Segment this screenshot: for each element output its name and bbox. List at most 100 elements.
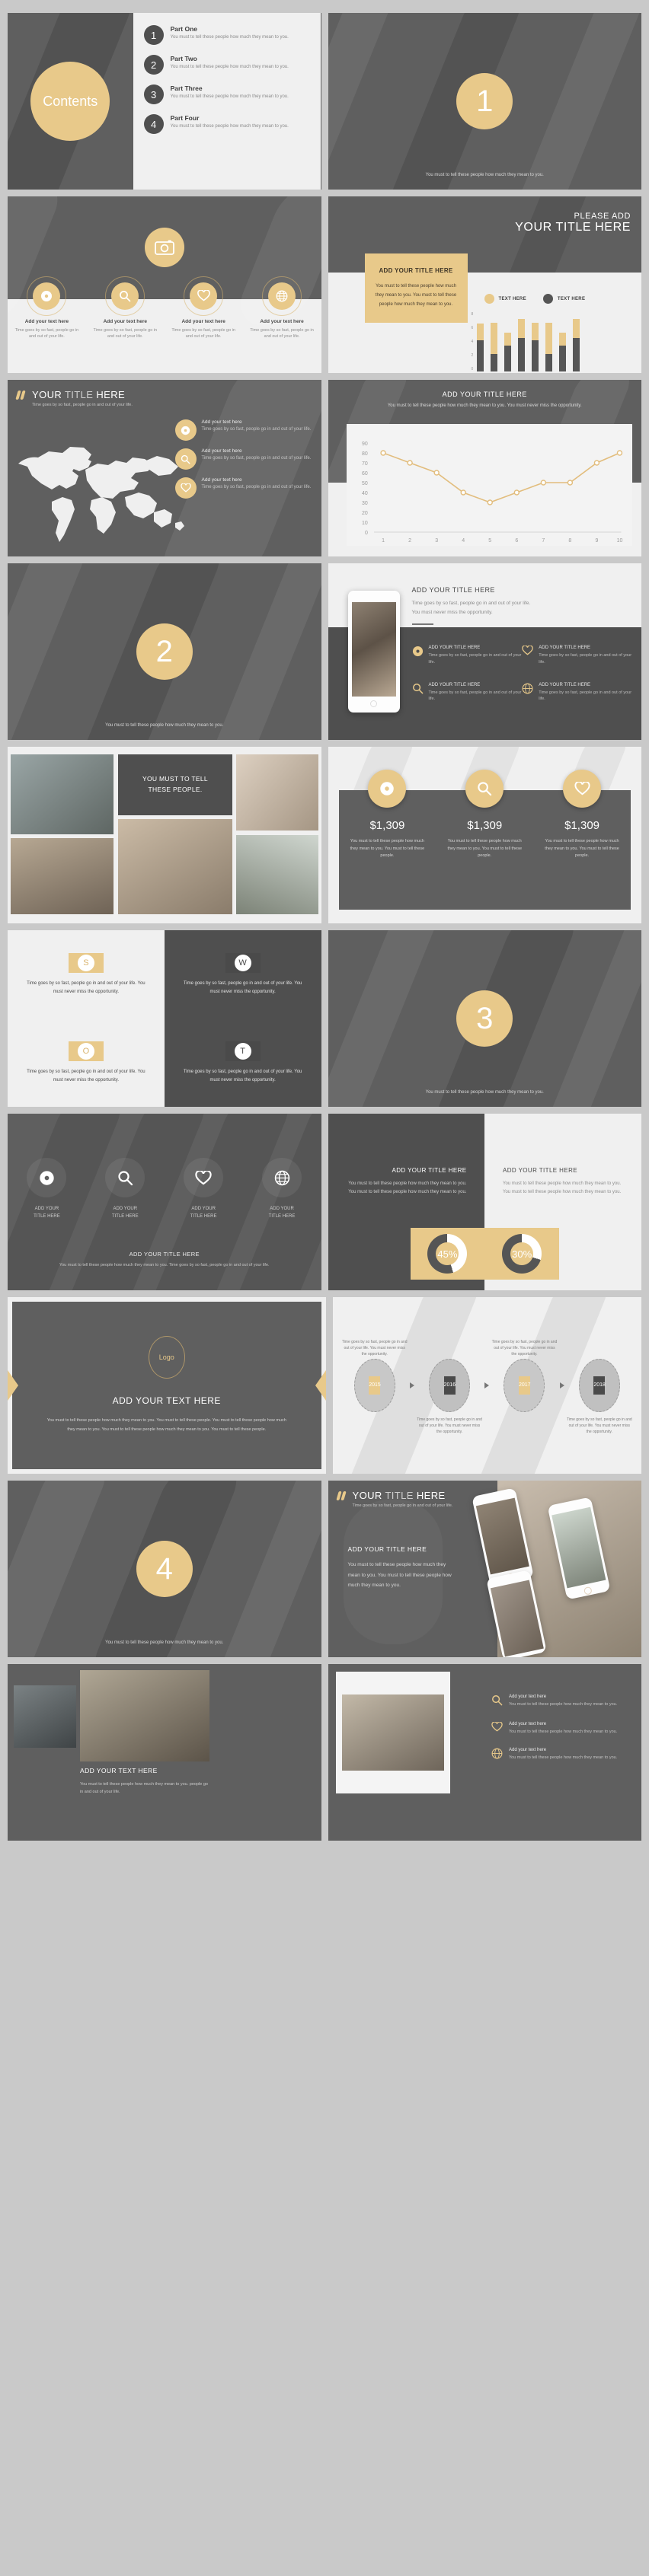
slide-bar-chart[interactable]: PLEASE ADD YOUR TITLE HERE ADD YOUR TITL… xyxy=(328,196,641,373)
price-column[interactable]: $1,309 You must to tell these people how… xyxy=(339,770,436,910)
list-item[interactable]: 2 Part Two You must to tell these people… xyxy=(143,55,311,75)
slide-world-map[interactable]: YOUR TITLE HERE Time goes by so fast, pe… xyxy=(8,380,321,556)
info-card[interactable]: ADD YOUR TITLE HERE You must to tell the… xyxy=(364,253,468,323)
feature-column[interactable]: Add your text here Time goes by so fast,… xyxy=(86,276,165,373)
globe-icon xyxy=(522,683,533,703)
feature-item[interactable]: ADD YOUR TITLE HERE Time goes by so fast,… xyxy=(412,646,523,666)
list-item[interactable]: 1 Part One You must to tell these people… xyxy=(143,25,311,45)
feature-item[interactable]: ADD YOUR TITLE HERE Time goes by so fast,… xyxy=(522,645,632,666)
slide-section-4[interactable]: 4 You must to tell these people how much… xyxy=(8,1481,321,1657)
slide-donuts[interactable]: ADD YOUR TITLE HERE You must to tell the… xyxy=(328,1114,641,1290)
donut-chart-45: 45% xyxy=(427,1234,468,1274)
price-column[interactable]: $1,309 You must to tell these people how… xyxy=(533,770,631,910)
photo-frame xyxy=(335,1672,450,1793)
chevron-right-icon xyxy=(559,1382,564,1388)
toc-desc: You must to tell these people how much t… xyxy=(170,35,289,40)
timeline-node: 2015 xyxy=(353,1359,395,1412)
swot-quadrant-s[interactable]: S Time goes by so fast, people go in and… xyxy=(8,930,165,1019)
slide-icon-features[interactable]: Add your text here Time goes by so fast,… xyxy=(8,196,321,373)
slide-deck: 2 0 1 7 Annual Report You must to tell t… xyxy=(0,0,649,1855)
svg-text:7: 7 xyxy=(542,538,545,544)
slide-line-chart[interactable]: ADD YOUR TITLE HERE You must to tell the… xyxy=(328,380,641,556)
section-caption: You must to tell these people how much t… xyxy=(105,723,224,728)
feature-column[interactable]: Add your text here Time goes by so fast,… xyxy=(8,276,86,373)
icon-item[interactable]: ADD YOUR TITLE HERE xyxy=(165,1158,243,1220)
bar xyxy=(491,323,498,371)
slide-laptop[interactable]: ADD YOUR TEXT HERE You must to tell thes… xyxy=(8,1664,321,1841)
toc-number: 4 xyxy=(143,114,164,134)
svg-text:10: 10 xyxy=(616,538,622,544)
slide-phones[interactable]: YOUR TITLE HERE Time goes by so fast, pe… xyxy=(328,1481,641,1657)
timeline-step[interactable]: 2018 Time goes by so fast, people go in … xyxy=(567,1359,632,1434)
timeline-step[interactable]: Time goes by so fast, people go in and o… xyxy=(342,1340,408,1412)
price-value: $1,309 xyxy=(564,819,600,832)
slide-swot[interactable]: S Time goes by so fast, people go in and… xyxy=(8,930,321,1107)
list-item[interactable]: Add your text here You must to tell these… xyxy=(491,1721,632,1736)
svg-text:30: 30 xyxy=(362,501,368,506)
disc-icon xyxy=(27,1158,67,1197)
arrow-left-decoration xyxy=(8,1370,18,1401)
slide-logo[interactable]: Logo ADD YOUR TEXT HERE You must to tell… xyxy=(8,1297,326,1474)
list-item[interactable]: Add your text here Time goes by so fast, … xyxy=(174,419,312,441)
list-item[interactable]: Add your text here You must to tell these… xyxy=(491,1748,632,1763)
item-title: Add your text here xyxy=(201,448,242,454)
svg-text:50: 50 xyxy=(362,481,368,486)
icon-item[interactable]: ADD YOUR TITLE HERE xyxy=(86,1158,165,1220)
list-item[interactable]: Add your text here You must to tell these… xyxy=(491,1694,632,1710)
slide-four-icons[interactable]: ADD YOUR TITLE HERE ADD YOUR TITLE HERE AD… xyxy=(8,1114,321,1290)
swot-letter: S xyxy=(77,955,94,972)
icon-label-1: ADD YOUR xyxy=(34,1207,59,1211)
heart-icon xyxy=(190,282,218,310)
icon-item[interactable]: ADD YOUR TITLE HERE xyxy=(8,1158,86,1220)
feature-item[interactable]: ADD YOUR TITLE HERE Time goes by so fast,… xyxy=(412,683,523,703)
slide-timeline[interactable]: Time goes by so fast, people go in and o… xyxy=(332,1297,641,1474)
donut-chart-30: 30% xyxy=(502,1234,542,1274)
contents-list: 1 Part One You must to tell these people… xyxy=(133,13,321,190)
swot-letter: T xyxy=(234,1043,251,1060)
feature-item[interactable]: ADD YOUR TITLE HERE Time goes by so fast,… xyxy=(522,683,632,703)
timeline-step[interactable]: 2016 Time goes by so fast, people go in … xyxy=(417,1359,482,1434)
timeline-step[interactable]: Time goes by so fast, people go in and o… xyxy=(491,1340,557,1412)
slide-pricing[interactable]: $1,309 You must to tell these people how… xyxy=(328,747,641,923)
header-line-1: PLEASE ADD xyxy=(574,212,631,221)
donut-value: 45% xyxy=(437,1248,458,1260)
title-part-3: HERE xyxy=(413,1490,446,1501)
svg-text:8: 8 xyxy=(568,538,571,544)
letter-badge: T xyxy=(225,1041,261,1062)
section-caption: You must to tell these people how much t… xyxy=(105,1640,224,1645)
icon-label-2: TITLE HERE xyxy=(34,1213,60,1219)
slide-contents[interactable]: Contents 1 Part One You must to tell the… xyxy=(8,13,321,190)
icon-label-2: TITLE HERE xyxy=(268,1213,296,1219)
search-icon xyxy=(174,448,197,470)
slide-section-2[interactable]: 2 You must to tell these people how much… xyxy=(8,563,321,740)
icon-label-2: TITLE HERE xyxy=(190,1213,217,1219)
feature-column[interactable]: Add your text here Time goes by so fast,… xyxy=(243,276,321,373)
timeline-desc: Time goes by so fast, people go in and o… xyxy=(566,1417,632,1434)
slide-device-features[interactable]: ADD YOUR TITLE HERE Time goes by so fast… xyxy=(328,563,641,740)
swot-quadrant-t[interactable]: T Time goes by so fast, people go in and… xyxy=(164,1019,321,1107)
item-title: Add your text here xyxy=(201,419,242,425)
list-item[interactable]: 3 Part Three You must to tell these peop… xyxy=(143,84,311,104)
swot-quadrant-o[interactable]: O Time goes by so fast, people go in and… xyxy=(8,1019,165,1107)
left-desc: You must to tell these people how much t… xyxy=(348,1181,467,1195)
swot-quadrant-w[interactable]: W Time goes by so fast, people go in and… xyxy=(164,930,321,1019)
feature-column[interactable]: Add your text here Time goes by so fast,… xyxy=(165,276,243,373)
slide-section-1[interactable]: 1 You must to tell these people how much… xyxy=(328,13,641,190)
list-item[interactable]: 4 Part Four You must to tell these peopl… xyxy=(143,114,311,134)
globe-icon xyxy=(491,1748,503,1763)
photo xyxy=(118,819,232,914)
list-item[interactable]: Add your text here Time goes by so fast, … xyxy=(174,448,312,470)
item-desc: Time goes by so fast, people go in and o… xyxy=(201,427,312,432)
legend-swatch xyxy=(542,294,553,304)
slide-list[interactable]: Add your text here You must to tell these… xyxy=(328,1664,641,1841)
timeline-desc: Time goes by so fast, people go in and o… xyxy=(341,1340,408,1357)
price-column[interactable]: $1,309 You must to tell these people how… xyxy=(436,770,533,910)
toc-number: 2 xyxy=(143,55,164,75)
slide-section-3[interactable]: 3 You must to tell these people how much… xyxy=(328,930,641,1107)
item-desc: Time goes by so fast, people go in and o… xyxy=(428,653,522,665)
item-title: ADD YOUR TITLE HERE xyxy=(428,646,481,650)
list-item[interactable]: Add your text here Time goes by so fast, … xyxy=(174,477,312,499)
icon-item[interactable]: ADD YOUR TITLE HERE xyxy=(243,1158,321,1220)
pricing-panel: $1,309 You must to tell these people how… xyxy=(338,770,631,910)
slide-photo-collage[interactable]: YOU MUST TO TELL THESE PEOPLE. xyxy=(8,747,321,923)
